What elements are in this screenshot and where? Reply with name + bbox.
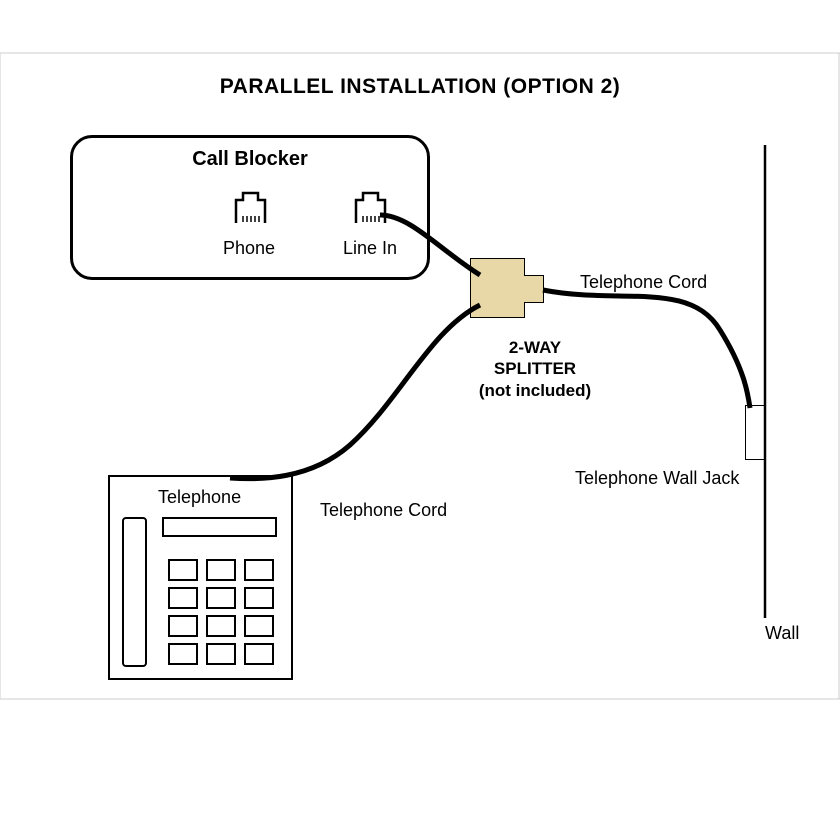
keypad-key (244, 615, 274, 637)
keypad-key (206, 559, 236, 581)
telephone-label: Telephone (158, 487, 241, 508)
keypad-key (244, 559, 274, 581)
keypad-key (244, 587, 274, 609)
splitter-plug (524, 275, 544, 303)
keypad-key (206, 615, 236, 637)
keypad-key (168, 559, 198, 581)
wire-overlay (0, 0, 840, 840)
telephone-cord-label-top: Telephone Cord (580, 272, 707, 293)
telephone-keypad (168, 559, 274, 665)
keypad-key (168, 615, 198, 637)
port-phone-label: Phone (223, 238, 275, 259)
call-blocker-label: Call Blocker (73, 148, 427, 171)
wall-label: Wall (765, 623, 799, 644)
telephone-handset-icon (122, 517, 147, 667)
diagram-title: PARALLEL INSTALLATION (OPTION 2) (0, 75, 840, 99)
splitter-body (470, 258, 525, 318)
keypad-key (168, 643, 198, 665)
splitter-label-line3: (not included) (479, 381, 591, 400)
cord-splitter-to-phone (230, 305, 480, 479)
rj11-port-line-icon (353, 190, 388, 225)
telephone-device: Telephone (108, 475, 293, 680)
keypad-key (168, 587, 198, 609)
splitter-label-line2: SPLITTER (494, 359, 576, 378)
telephone-cord-label-bottom: Telephone Cord (320, 500, 447, 521)
wall-jack-icon (745, 405, 765, 460)
rj11-port-phone-icon (233, 190, 268, 225)
telephone-display-icon (162, 517, 277, 537)
keypad-key (244, 643, 274, 665)
keypad-key (206, 587, 236, 609)
call-blocker-device: Call Blocker Phone Line In (70, 135, 430, 280)
port-line-label: Line In (343, 238, 397, 259)
keypad-key (206, 643, 236, 665)
splitter-label-line1: 2-WAY (509, 338, 561, 357)
splitter-label: 2-WAY SPLITTER (not included) (445, 337, 625, 401)
frame-lines (0, 0, 840, 840)
diagram-canvas: PARALLEL INSTALLATION (OPTION 2) Call Bl… (0, 0, 840, 840)
wall-jack-label: Telephone Wall Jack (575, 468, 739, 489)
